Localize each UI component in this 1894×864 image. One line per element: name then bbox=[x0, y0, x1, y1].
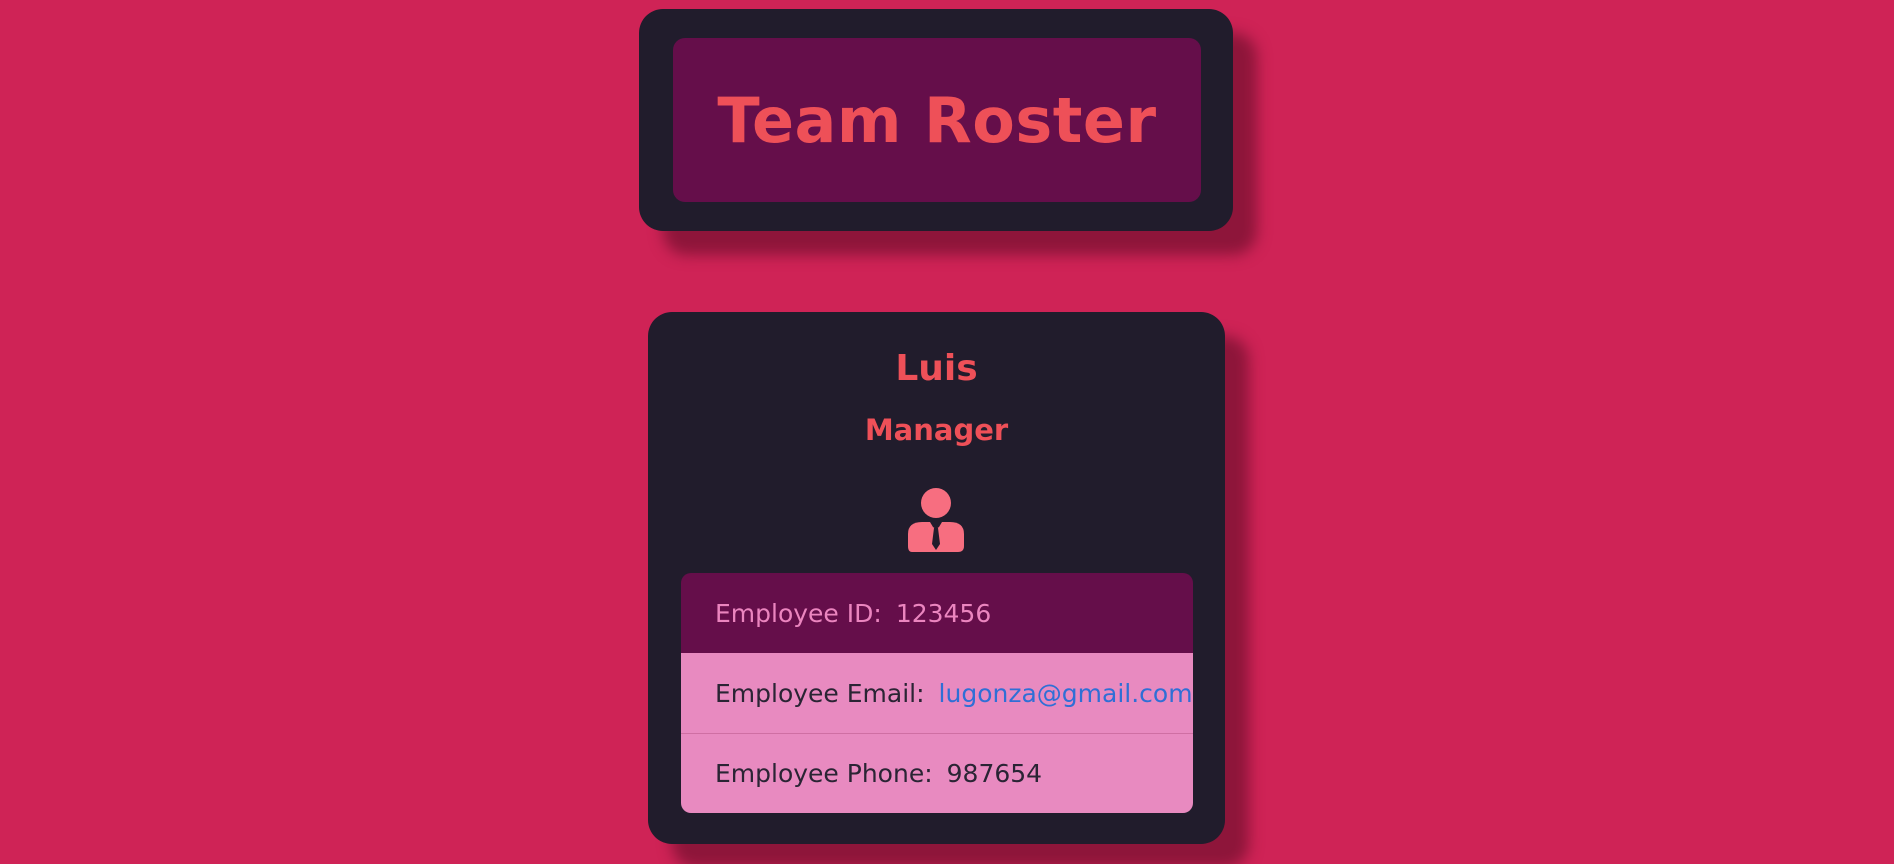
employee-name: Luis bbox=[895, 348, 978, 389]
employee-card: Luis Manager Employee ID: 123456 Employe… bbox=[648, 312, 1225, 844]
list-item-employee-id: Employee ID: 123456 bbox=[681, 573, 1193, 653]
page: Team Roster Luis Manager Employee ID: 12… bbox=[0, 0, 1894, 864]
employee-role: Manager bbox=[864, 413, 1009, 447]
manager-icon bbox=[908, 488, 964, 552]
page-title: Team Roster bbox=[717, 83, 1157, 157]
employee-phone-label: Employee Phone: bbox=[715, 759, 933, 788]
header-banner: Team Roster bbox=[673, 38, 1201, 202]
employee-info-list: Employee ID: 123456 Employee Email: lugo… bbox=[681, 573, 1193, 813]
employee-id-value: 123456 bbox=[895, 598, 992, 628]
employee-phone-value: 987654 bbox=[946, 759, 1043, 788]
header-card: Team Roster bbox=[639, 9, 1233, 231]
employee-email-link[interactable]: lugonza@gmail.com bbox=[939, 679, 1193, 708]
employee-id-label: Employee ID: bbox=[715, 598, 882, 628]
employee-email-label: Employee Email: bbox=[715, 678, 925, 708]
list-item-employee-phone: Employee Phone: 987654 bbox=[681, 733, 1193, 813]
list-item-employee-email: Employee Email: lugonza@gmail.com bbox=[681, 653, 1193, 733]
